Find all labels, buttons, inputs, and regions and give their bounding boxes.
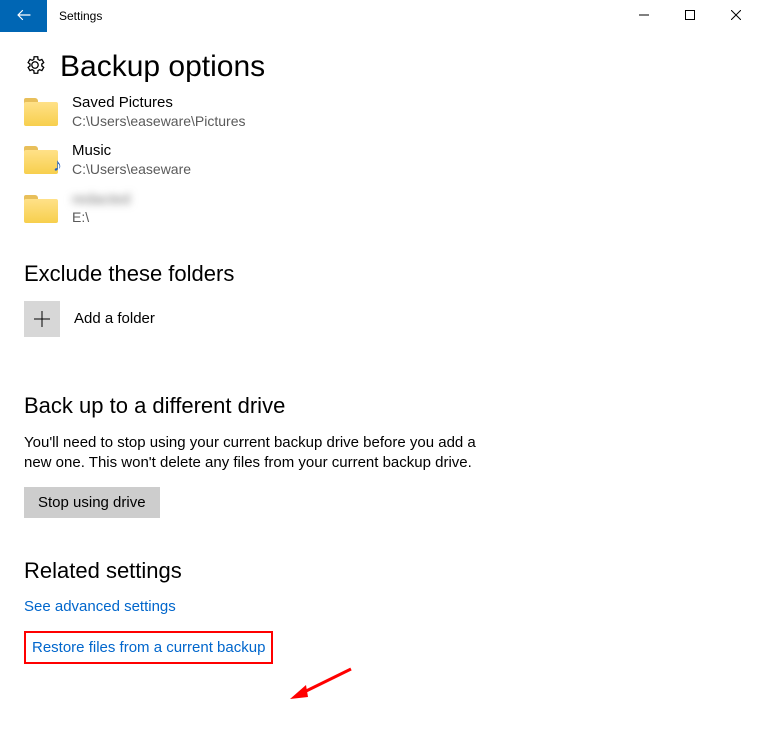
page-title: Backup options	[60, 50, 265, 84]
folder-path: E:\	[72, 209, 130, 227]
stop-using-drive-button[interactable]: Stop using drive	[24, 487, 160, 518]
maximize-icon	[685, 9, 695, 23]
restore-files-link[interactable]: Restore files from a current backup	[32, 639, 265, 656]
plus-icon	[24, 301, 60, 337]
gear-icon	[24, 54, 46, 81]
minimize-icon	[639, 9, 649, 23]
close-button[interactable]	[713, 0, 759, 32]
folder-name: Saved Pictures	[72, 94, 246, 113]
title-bar: Settings	[0, 0, 759, 32]
different-drive-heading: Back up to a different drive	[24, 393, 735, 419]
arrow-left-icon	[15, 6, 33, 27]
folder-icon	[24, 195, 58, 223]
see-advanced-settings-link[interactable]: See advanced settings	[24, 598, 735, 615]
page-header: Backup options	[0, 32, 759, 84]
folder-name: Music	[72, 142, 191, 161]
window-controls	[621, 0, 759, 32]
minimize-button[interactable]	[621, 0, 667, 32]
music-folder-icon: ♪	[24, 146, 58, 174]
folder-item[interactable]: ♪ Music C:\Users\easeware	[24, 136, 735, 184]
folder-path: C:\Users\easeware	[72, 161, 191, 179]
maximize-button[interactable]	[667, 0, 713, 32]
different-drive-body: You'll need to stop using your current b…	[24, 433, 494, 474]
annotation-highlight-box: Restore files from a current backup	[24, 631, 273, 664]
close-icon	[731, 9, 741, 23]
folder-path: C:\Users\easeware\Pictures	[72, 113, 246, 131]
folder-name-redacted: redacted	[72, 191, 130, 210]
exclude-heading: Exclude these folders	[24, 261, 735, 287]
folder-icon	[24, 98, 58, 126]
window-title: Settings	[47, 0, 621, 32]
folder-item[interactable]: Saved Pictures C:\Users\easeware\Picture…	[24, 88, 735, 136]
folder-list: Saved Pictures C:\Users\easeware\Picture…	[24, 88, 735, 233]
add-folder-button[interactable]: Add a folder	[24, 301, 735, 337]
add-folder-label: Add a folder	[74, 310, 155, 327]
related-settings-heading: Related settings	[24, 558, 735, 584]
back-button[interactable]	[0, 0, 47, 32]
folder-item[interactable]: redacted E:\	[24, 185, 735, 233]
